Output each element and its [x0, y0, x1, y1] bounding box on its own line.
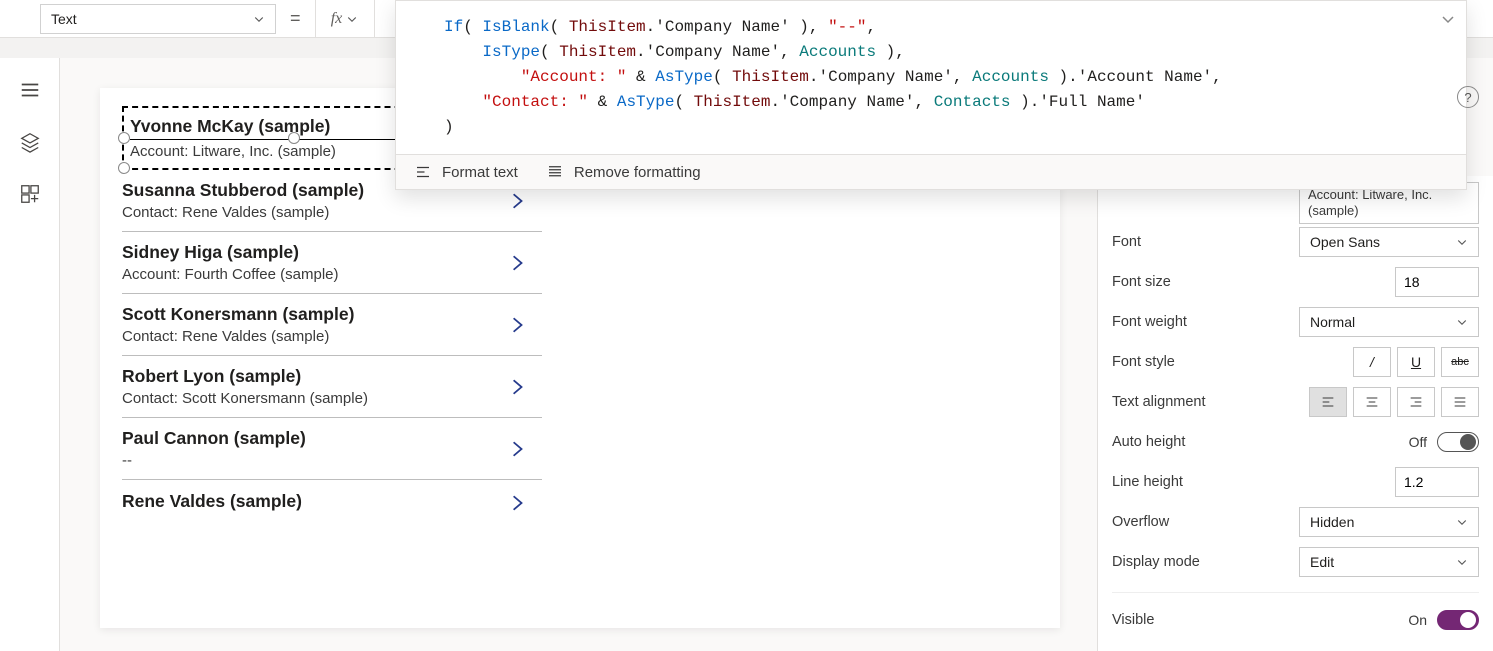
- properties-panel: Text Account: Litware, Inc. (sample) Fon…: [1097, 176, 1493, 651]
- chevron-down-icon: [1456, 316, 1468, 328]
- visible-toggle[interactable]: [1437, 610, 1479, 630]
- list-item-title: Rene Valdes (sample): [122, 491, 504, 512]
- list-item[interactable]: Sidney Higa (sample) Account: Fourth Cof…: [122, 232, 542, 294]
- chevron-down-icon: [1456, 236, 1468, 248]
- auto-height-label: Auto height: [1112, 434, 1185, 450]
- visible-state: On: [1408, 612, 1427, 628]
- chevron-down-icon: [1456, 516, 1468, 528]
- remove-formatting-icon: [546, 163, 564, 181]
- format-text-icon: [414, 163, 432, 181]
- overflow-select[interactable]: Hidden: [1299, 507, 1479, 537]
- list-item-subtitle: Contact: Rene Valdes (sample): [122, 328, 504, 345]
- font-style-label: Font style: [1112, 354, 1175, 370]
- help-icon[interactable]: ?: [1457, 86, 1479, 108]
- chevron-right-icon[interactable]: [504, 250, 530, 276]
- chevron-right-icon[interactable]: [504, 374, 530, 400]
- text-align-label: Text alignment: [1112, 394, 1206, 410]
- list-item-subtitle: Contact: Rene Valdes (sample): [122, 204, 504, 221]
- resize-handle[interactable]: [288, 132, 300, 144]
- font-label: Font: [1112, 234, 1141, 250]
- insert-icon[interactable]: [18, 182, 42, 206]
- collapse-formula-icon[interactable]: [1440, 11, 1456, 30]
- list-item[interactable]: Rene Valdes (sample): [122, 480, 542, 526]
- list-item-subtitle: Contact: Scott Konersmann (sample): [122, 390, 504, 407]
- remove-formatting-label: Remove formatting: [574, 164, 701, 181]
- chevron-down-icon: [1456, 556, 1468, 568]
- list-item[interactable]: Robert Lyon (sample) Contact: Scott Kone…: [122, 356, 542, 418]
- property-selector-label: Text: [51, 11, 77, 27]
- visible-label: Visible: [1112, 612, 1154, 628]
- format-text-label: Format text: [442, 164, 518, 181]
- property-selector-wrap: Text: [0, 0, 276, 37]
- overflow-label: Overflow: [1112, 514, 1169, 530]
- align-left-button[interactable]: [1309, 387, 1347, 417]
- align-center-button[interactable]: [1353, 387, 1391, 417]
- list-item-title: Sidney Higa (sample): [122, 242, 504, 263]
- auto-height-toggle[interactable]: [1437, 432, 1479, 452]
- display-mode-select[interactable]: Edit: [1299, 547, 1479, 577]
- resize-handle[interactable]: [118, 162, 130, 174]
- strikethrough-button[interactable]: abc: [1441, 347, 1479, 377]
- formula-editor[interactable]: If( IsBlank( ThisItem.'Company Name' ), …: [395, 0, 1467, 190]
- font-weight-label: Font weight: [1112, 314, 1187, 330]
- list-item[interactable]: Paul Cannon (sample) --: [122, 418, 542, 480]
- chevron-down-icon: [253, 13, 265, 25]
- left-rail: [0, 58, 60, 651]
- list-item-subtitle: --: [122, 452, 504, 469]
- chevron-right-icon[interactable]: [504, 436, 530, 462]
- formula-toolbar: Format text Remove formatting: [396, 154, 1466, 189]
- property-selector[interactable]: Text: [40, 4, 276, 34]
- equals-sign: =: [276, 0, 315, 37]
- auto-height-state: Off: [1409, 434, 1427, 450]
- font-size-label: Font size: [1112, 274, 1171, 290]
- list-item-title: Paul Cannon (sample): [122, 428, 504, 449]
- underline-button[interactable]: U: [1397, 347, 1435, 377]
- list-item-title: Scott Konersmann (sample): [122, 304, 504, 325]
- chevron-right-icon[interactable]: [504, 188, 530, 214]
- font-select[interactable]: Open Sans: [1299, 227, 1479, 257]
- font-size-input[interactable]: [1395, 267, 1479, 297]
- chevron-down-icon: [346, 13, 358, 25]
- list-item[interactable]: Scott Konersmann (sample) Contact: Rene …: [122, 294, 542, 356]
- align-right-button[interactable]: [1397, 387, 1435, 417]
- display-mode-label: Display mode: [1112, 554, 1200, 570]
- format-text-button[interactable]: Format text: [414, 163, 518, 181]
- chevron-right-icon[interactable]: [504, 490, 530, 516]
- remove-formatting-button[interactable]: Remove formatting: [546, 163, 701, 181]
- chevron-right-icon[interactable]: [504, 312, 530, 338]
- list-item-title: Robert Lyon (sample): [122, 366, 504, 387]
- fx-button[interactable]: fx: [315, 0, 375, 37]
- list-item-subtitle: Account: Fourth Coffee (sample): [122, 266, 504, 283]
- fx-label: fx: [331, 10, 343, 28]
- resize-handle[interactable]: [118, 132, 130, 144]
- italic-button[interactable]: /: [1353, 347, 1391, 377]
- hamburger-icon[interactable]: [18, 78, 42, 102]
- line-height-input[interactable]: [1395, 467, 1479, 497]
- align-justify-button[interactable]: [1441, 387, 1479, 417]
- line-height-label: Line height: [1112, 474, 1183, 490]
- layers-icon[interactable]: [18, 130, 42, 154]
- formula-text[interactable]: If( IsBlank( ThisItem.'Company Name' ), …: [396, 1, 1466, 154]
- font-weight-select[interactable]: Normal: [1299, 307, 1479, 337]
